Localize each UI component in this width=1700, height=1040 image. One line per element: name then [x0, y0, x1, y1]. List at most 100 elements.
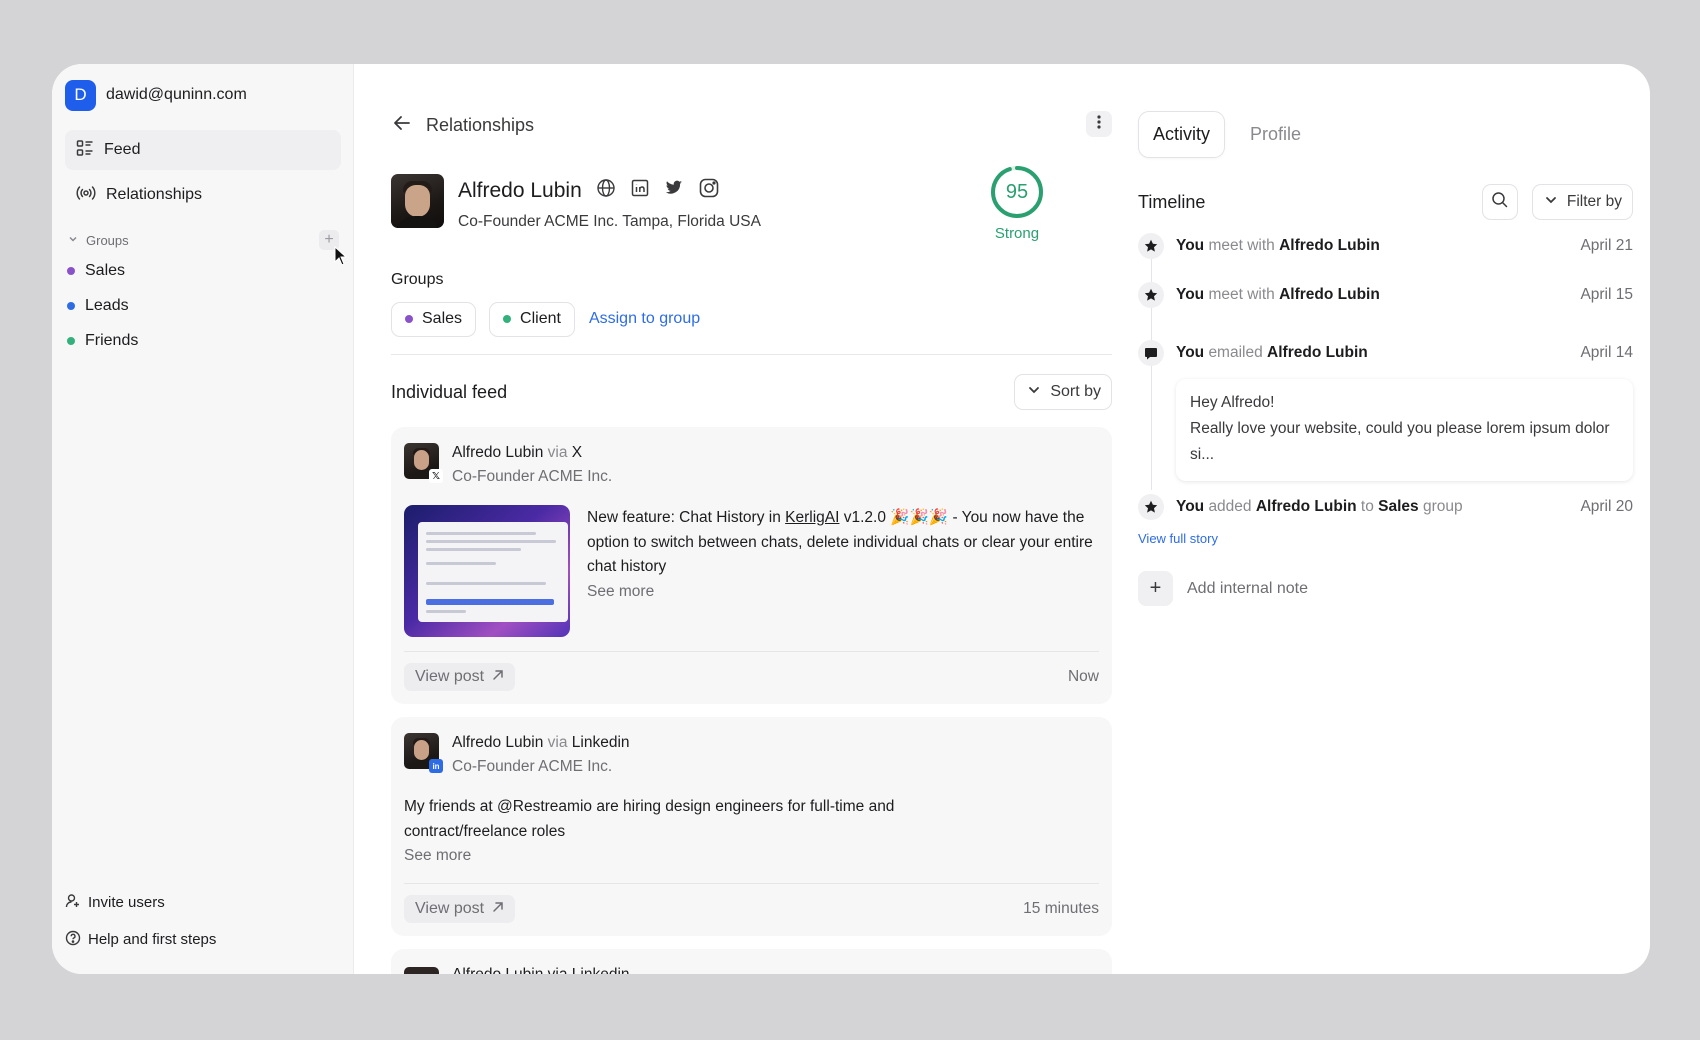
post-source: X [571, 444, 583, 461]
chevron-down-icon [67, 233, 79, 248]
group-label: Friends [85, 331, 139, 349]
filter-button[interactable]: Filter by [1531, 184, 1633, 220]
group-chip-sales[interactable]: Sales [391, 301, 477, 337]
instagram-icon[interactable] [698, 177, 720, 204]
view-post-button[interactable]: View post [404, 894, 516, 923]
sort-button[interactable]: Sort by [1014, 374, 1112, 410]
feed-icon [75, 138, 95, 163]
timeline-title: Timeline [1138, 191, 1206, 212]
chevron-down-icon [1544, 193, 1558, 212]
invite-users-label: Invite users [88, 894, 165, 911]
view-post-label: View post [415, 899, 485, 917]
tab-profile[interactable]: Profile [1236, 111, 1315, 158]
event-target: Alfredo Lubin [1267, 344, 1368, 361]
event-verb: emailed [1208, 344, 1263, 361]
group-chip-label: Sales [422, 310, 463, 327]
sidebar-item-feed[interactable]: Feed [65, 130, 341, 170]
timeline: You meet with Alfredo Lubin April 21 You… [1138, 232, 1633, 521]
post-via: via [547, 444, 568, 461]
group-color-dot [67, 266, 75, 275]
post-author-name: Alfredo Lubin [452, 444, 544, 461]
message-icon [1138, 340, 1164, 366]
account-avatar: D [65, 79, 96, 111]
sidebar-item-relationships[interactable]: Relationships [65, 175, 341, 215]
back-arrow-icon[interactable] [391, 112, 413, 139]
post-time: Now [1067, 668, 1099, 685]
sidebar-item-label: Feed [104, 141, 141, 158]
post-author: 𝕏 Alfredo Lubin via X Co-Founder ACME In… [404, 443, 1099, 486]
add-internal-note[interactable]: + Add internal note [1138, 571, 1633, 606]
sidebar: D dawid@quninn.com Feed Relationships Gr… [52, 64, 354, 974]
chevron-down-icon [1027, 383, 1041, 402]
event-group: Sales [1378, 498, 1419, 515]
event-actor: You [1176, 286, 1205, 303]
event-target: Alfredo Lubin [1255, 498, 1357, 515]
post-via: via [547, 734, 568, 751]
linkedin-badge-icon: in [429, 759, 443, 773]
group-color-dot [405, 315, 413, 323]
post-text: My friends at @Restreamio are hiring des… [404, 795, 904, 869]
groups-header[interactable]: Groups + [65, 227, 341, 253]
post-text-start: New feature: Chat History in [587, 509, 786, 526]
sidebar-item-sales[interactable]: Sales [65, 253, 341, 288]
star-icon [1138, 494, 1164, 520]
tab-activity[interactable]: Activity [1138, 111, 1226, 158]
event-verb: added [1208, 498, 1252, 515]
post-image[interactable] [404, 505, 570, 637]
sort-label: Sort by [1050, 383, 1101, 400]
view-post-button[interactable]: View post [404, 663, 516, 691]
timeline-header: Timeline Filter by [1138, 183, 1633, 221]
contact-detail: Relationships Alfredo Lubin Co-Founder A… [354, 64, 1114, 974]
social-links [596, 177, 720, 204]
user-plus-icon [65, 893, 81, 913]
timeline-search-button[interactable] [1481, 184, 1518, 220]
more-vertical-icon [1097, 114, 1101, 134]
score-label: Strong [994, 225, 1040, 242]
sidebar-item-friends[interactable]: Friends [65, 323, 341, 358]
see-more-link[interactable]: See more [587, 583, 654, 600]
sidebar-nav: Feed Relationships [65, 130, 341, 215]
timeline-event[interactable]: You meet with Alfredo Lubin April 21 [1138, 232, 1633, 260]
post-link[interactable]: KerligAI [785, 509, 839, 526]
sidebar-item-leads[interactable]: Leads [65, 288, 341, 323]
more-options-button[interactable] [1086, 111, 1112, 137]
invite-users-link[interactable]: Invite users [65, 884, 216, 921]
score-value: 95 [1005, 180, 1029, 203]
groups-list: Sales Leads Friends [65, 253, 341, 358]
x-logo-icon: 𝕏 [429, 469, 443, 483]
globe-icon[interactable] [596, 178, 616, 203]
assign-to-group-link[interactable]: Assign to group [589, 310, 700, 328]
view-post-label: View post [415, 668, 485, 685]
page-title: Relationships [426, 114, 535, 135]
help-link[interactable]: Help and first steps [65, 921, 216, 958]
star-icon [1138, 233, 1164, 259]
event-actor: You [1176, 344, 1205, 361]
linkedin-icon[interactable] [630, 178, 650, 203]
view-full-story-link[interactable]: View full story [1138, 531, 1633, 546]
group-chip-client[interactable]: Client [489, 301, 575, 337]
post-source: Linkedin [571, 734, 630, 751]
add-note-label: Add internal note [1187, 579, 1308, 597]
relationship-score: 95 Strong [989, 164, 1045, 242]
groups-section-title: Groups [391, 271, 444, 288]
timeline-event[interactable]: You added Alfredo Lubin to Sales group A… [1138, 493, 1633, 521]
feed-post: 𝕏 Alfredo Lubin via X Co-Founder ACME In… [391, 427, 1112, 704]
timeline-event[interactable]: You emailed Alfredo Lubin April 14 [1138, 339, 1633, 367]
post-author-role: Co-Founder ACME Inc. [452, 468, 613, 485]
divider [404, 651, 1099, 652]
twitter-icon[interactable] [664, 179, 684, 202]
activity-panel: Activity Profile Timeline Filter by You … [1114, 64, 1650, 974]
email-preview[interactable]: Hey Alfredo! Really love your website, c… [1176, 379, 1633, 481]
timeline-event[interactable]: You meet with Alfredo Lubin April 15 [1138, 281, 1633, 309]
post-author-role: Co-Founder ACME Inc. [452, 758, 613, 775]
event-date: April 20 [1580, 498, 1633, 515]
event-verb: to [1360, 498, 1374, 515]
divider [404, 882, 1099, 884]
account-switcher[interactable]: D dawid@quninn.com [65, 78, 341, 112]
mouse-cursor-icon [334, 245, 348, 271]
event-date: April 21 [1580, 237, 1633, 254]
feed-header: Individual feed Sort by [391, 374, 1112, 410]
see-more-link[interactable]: See more [404, 847, 471, 864]
divider [391, 354, 1112, 355]
external-link-icon [492, 668, 504, 686]
